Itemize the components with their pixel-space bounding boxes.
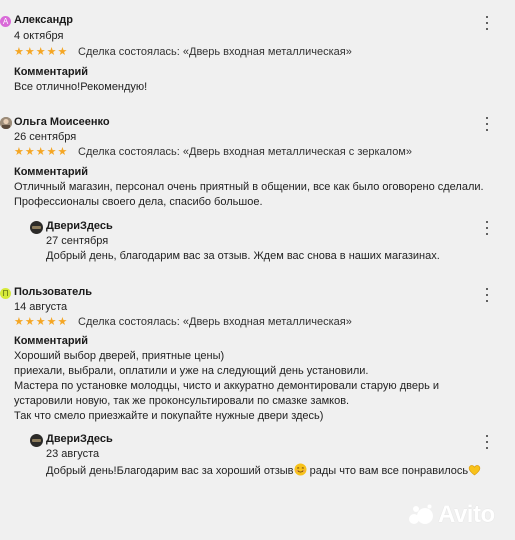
comment-line: устаровили новую, так же проконсультиров… <box>14 395 350 407</box>
comment-text: Хороший выбор дверей, приятные цены) при… <box>14 349 439 424</box>
reply-text-part: рады что вам все понравилось <box>306 465 469 477</box>
star-icon: ★ <box>57 46 68 58</box>
more-options-icon[interactable] <box>483 221 491 235</box>
deal-status: Сделка состоялась: «Дверь входная металл… <box>78 146 412 158</box>
star-icon: ★ <box>24 316 35 328</box>
rating-stars: ★ ★ ★ ★ ★ <box>14 146 67 158</box>
avatar[interactable] <box>0 117 12 129</box>
reply-text: Добрый день, благодарим вас за отзыв. Жд… <box>46 250 440 262</box>
rating-stars: ★ ★ ★ ★ ★ <box>14 316 67 328</box>
comment-line: Хороший выбор дверей, приятные цены) <box>14 350 225 362</box>
star-icon: ★ <box>14 46 24 58</box>
review-date: 14 августа <box>14 301 68 313</box>
comment-text: Все отлично!Рекомендую! <box>14 80 147 95</box>
more-options-icon[interactable] <box>483 288 491 302</box>
comment-line: приехали, выбрали, оплатили и уже на сле… <box>14 365 369 377</box>
deal-status: Сделка состоялась: «Дверь входная металл… <box>78 316 352 328</box>
review-date: 4 октября <box>14 30 64 42</box>
more-options-icon[interactable] <box>483 117 491 131</box>
shop-name[interactable]: ДвериЗдесь <box>46 220 113 232</box>
yellow-heart-icon <box>468 465 481 476</box>
comment-line: Профессионалы своего дела, спасибо больш… <box>14 196 263 208</box>
comment-text: Отличный магазин, персонал очень приятны… <box>14 180 484 210</box>
shop-logo-icon[interactable] <box>30 434 43 447</box>
shop-logo-icon[interactable] <box>30 221 43 234</box>
reviewer-name[interactable]: Ольга Моисеенко <box>14 116 110 128</box>
star-icon: ★ <box>57 316 68 328</box>
more-options-icon[interactable] <box>483 16 491 30</box>
comment-line: Отличный магазин, персонал очень приятны… <box>14 181 484 193</box>
reply-text: Добрый день!Благодарим вас за хороший от… <box>46 463 481 477</box>
comment-title: Комментарий <box>14 166 89 178</box>
star-icon: ★ <box>14 146 24 158</box>
avatar[interactable]: А <box>0 16 11 27</box>
avito-logo-icon <box>409 504 433 524</box>
reply-date: 27 сентября <box>46 235 109 247</box>
comment-line: Все отлично!Рекомендую! <box>14 81 148 93</box>
star-icon: ★ <box>24 46 35 58</box>
star-icon: ★ <box>46 46 57 58</box>
reply-date: 23 августа <box>46 448 100 460</box>
avatar[interactable]: П <box>0 288 11 299</box>
comment-title: Комментарий <box>14 66 89 78</box>
watermark-text: Avito <box>438 501 495 528</box>
smiling-face-icon <box>294 463 307 476</box>
star-icon: ★ <box>24 146 35 158</box>
star-icon: ★ <box>35 46 46 58</box>
deal-status: Сделка состоялась: «Дверь входная металл… <box>78 46 352 58</box>
avito-watermark: Avito <box>407 498 507 532</box>
review-date: 26 сентября <box>14 131 77 143</box>
reply-text-part: Добрый день!Благодарим вас за хороший от… <box>46 465 294 477</box>
more-options-icon[interactable] <box>483 435 491 449</box>
reviewer-name[interactable]: Александр <box>14 14 73 26</box>
star-icon: ★ <box>57 146 68 158</box>
star-icon: ★ <box>46 146 57 158</box>
rating-stars: ★ ★ ★ ★ ★ <box>14 46 67 58</box>
reviewer-name[interactable]: Пользователь <box>14 286 92 298</box>
star-icon: ★ <box>46 316 57 328</box>
comment-line: Мастера по установке молодцы, чисто и ак… <box>14 380 439 392</box>
star-icon: ★ <box>35 146 46 158</box>
shop-name[interactable]: ДвериЗдесь <box>46 433 113 445</box>
star-icon: ★ <box>35 316 46 328</box>
star-icon: ★ <box>14 316 24 328</box>
user-photo-icon <box>0 117 12 129</box>
comment-line: Так что смело приезжайте и покупайте нуж… <box>14 410 324 422</box>
comment-title: Комментарий <box>14 335 89 347</box>
